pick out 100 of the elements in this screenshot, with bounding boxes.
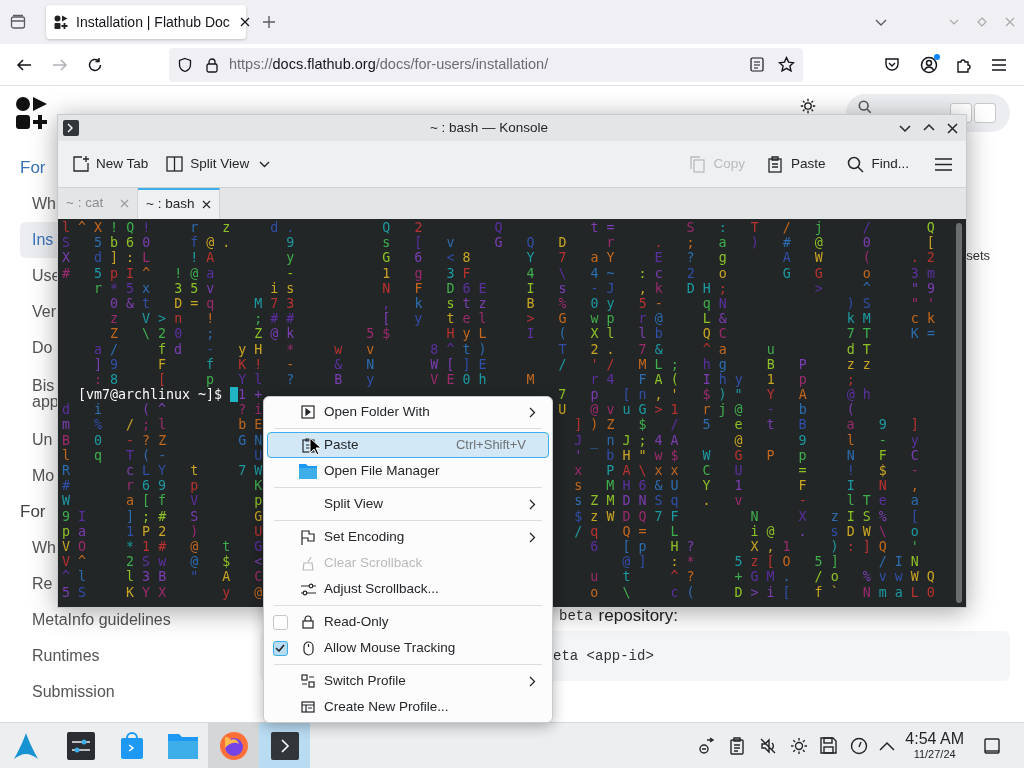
terminal-text: 9 I: [62, 508, 87, 524]
terminal-text: 3 F: [446, 265, 471, 281]
terminal-text: M H 6 & U: [606, 478, 679, 494]
terminal-text: M: [526, 371, 535, 388]
terminal-text: G: [494, 235, 503, 251]
terminal-text: b H " w $: [606, 447, 679, 463]
terminal-text: ! A: [190, 250, 215, 266]
terminal-text: 5 b 6 0: [94, 235, 151, 251]
terminal-text: t: [190, 463, 199, 479]
terminal-text: o: [862, 265, 871, 281]
terminal-text: P A \ x x: [606, 463, 679, 479]
terminal-text: <: [254, 554, 263, 570]
terminal-text: / q: [574, 523, 599, 539]
terminal-text: t: [622, 569, 631, 585]
terminal-text: / ; l: [126, 417, 167, 433]
shortcut-text: Ctrl+Shift+V: [455, 436, 526, 455]
terminal-text: :: [718, 220, 727, 236]
terminal-text: F: [798, 478, 807, 494]
terminal-text: $: [638, 417, 647, 433]
terminal-text: B: [798, 417, 807, 433]
terminal-text: : c: [638, 265, 663, 281]
terminal-text: p a: [62, 523, 87, 539]
terminal-text: W: [62, 493, 70, 509]
terminal-text: [ n , ': [622, 387, 679, 403]
terminal-text: U: [734, 463, 743, 479]
terminal-text: =: [798, 463, 807, 479]
terminal-text: A: [798, 387, 807, 403]
terminal-text: ( ^: [142, 402, 167, 418]
terminal-text: /: [782, 220, 791, 236]
terminal-text: J _ n J ; 4 A: [574, 432, 679, 448]
terminal-text: y: [366, 371, 375, 388]
terminal-text: 2 .: [590, 341, 615, 357]
terminal-text: 2: [686, 265, 695, 281]
terminal-text: ] ; #: [126, 508, 167, 524]
terminal-text: *: [286, 341, 295, 357]
terminal-text: - ? Z: [126, 432, 167, 448]
terminal-text: : *: [670, 554, 695, 570]
terminal-text: 0 & t: [110, 295, 151, 312]
terminal-text: 4 ~: [590, 265, 615, 281]
terminal-text: . 2: [910, 250, 935, 266]
terminal-text: $: [222, 554, 231, 570]
terminal-text: : 8: [94, 371, 119, 388]
terminal-text: 6: [590, 538, 599, 555]
shell-prompt: [vm7@archlinux ~]$: [78, 387, 223, 403]
terminal-text: [ p: [622, 538, 647, 555]
terminal-text: 5 z [ O: [734, 554, 791, 570]
terminal-text: k: [414, 295, 423, 312]
terminal-text: j: [814, 220, 823, 236]
terminal-text: % v w W Q: [862, 569, 935, 585]
terminal-text: I h y: [702, 371, 743, 388]
terminal-text: ] 9: [94, 356, 119, 372]
terminal-text: f: [206, 356, 215, 372]
terminal-text: V: [190, 493, 199, 509]
terminal-text: %: [558, 295, 567, 312]
terminal-text: o: [910, 523, 919, 539]
terminal-text: F: [414, 280, 423, 296]
terminal-text: B: [526, 295, 535, 312]
terminal-text: a: [846, 417, 855, 433]
terminal-text: G: [782, 265, 791, 281]
terminal-text: R: [62, 463, 70, 479]
terminal-text: ) S: [846, 295, 871, 312]
terminal-text: , k: [638, 280, 663, 296]
terminal-text: U: [254, 523, 263, 539]
terminal-text: %: [94, 417, 103, 433]
terminal-text: -: [878, 432, 887, 448]
terminal-text: !: [206, 311, 215, 327]
terminal-text: < 8: [446, 250, 471, 266]
terminal-text: ^ a: [702, 341, 727, 357]
terminal-text: F: [878, 447, 887, 463]
terminal-text: Z @ k: [254, 326, 295, 342]
terminal-text: 5 p I ^: [94, 265, 151, 281]
terminal-text: B: [334, 371, 343, 388]
terminal-text: K !: [238, 356, 263, 372]
terminal-text: @: [190, 554, 199, 570]
terminal-text: o: [590, 584, 599, 600]
terminal-text: G: [734, 447, 743, 463]
terminal-text: \: [558, 265, 567, 281]
terminal-text: f @ .: [190, 235, 231, 251]
terminal-text: z I S %: [830, 508, 887, 524]
terminal-text: s: [574, 478, 583, 494]
terminal-text: - J: [590, 280, 615, 296]
terminal-text: s: [382, 235, 391, 251]
terminal-text: P: [766, 447, 775, 463]
terminal-text: L: [670, 523, 679, 539]
terminal-text: l T e: [846, 493, 887, 509]
terminal-text: 7 T: [846, 326, 871, 342]
terminal-text: S: [190, 508, 199, 524]
terminal-text: B: [62, 432, 70, 448]
terminal-text: -: [286, 356, 295, 372]
terminal-text: i @: [750, 523, 775, 539]
terminal-text: ,: [910, 478, 919, 494]
terminal-text: X , 1: [750, 538, 791, 555]
terminal-text: $: [878, 463, 887, 479]
terminal-text: ): [750, 235, 759, 251]
terminal-text: 1 P 2: [126, 523, 167, 539]
terminal-text: N: [366, 356, 375, 372]
terminal-text: g: [414, 265, 423, 281]
terminal-text: S: [62, 235, 70, 251]
terminal-text: f `: [814, 584, 839, 600]
terminal-text: d ] : L: [94, 250, 151, 266]
